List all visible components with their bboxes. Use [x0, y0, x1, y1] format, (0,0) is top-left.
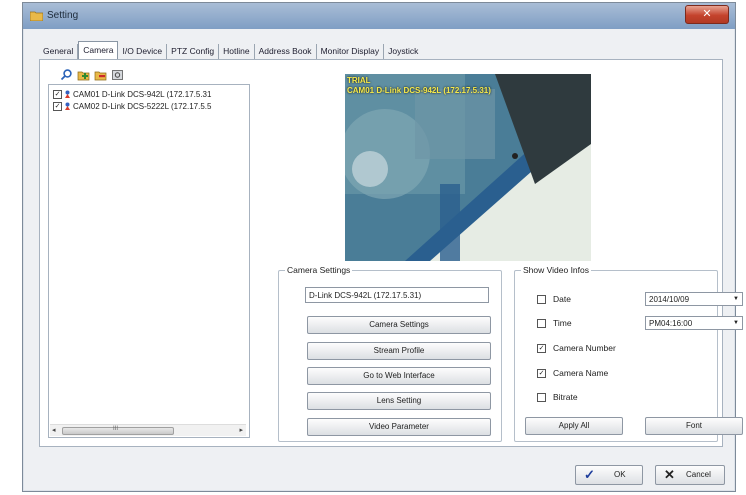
font-button[interactable]: Font — [645, 417, 743, 435]
bitrate-option[interactable]: Bitrate — [537, 392, 578, 402]
bitrate-label: Bitrate — [553, 392, 578, 402]
video-parameter-button[interactable]: Video Parameter — [307, 418, 491, 436]
checkmark-icon: ✓ — [584, 467, 595, 482]
video-infos-title: Show Video Infos — [521, 265, 591, 275]
date-format-value: 2014/10/09 — [649, 295, 690, 304]
settings-icon[interactable] — [111, 69, 124, 81]
window-title: Setting — [47, 10, 79, 21]
time-option[interactable]: Time — [537, 318, 572, 328]
tab-bar: General Camera I/O Device PTZ Config Hot… — [39, 41, 422, 59]
web-interface-button[interactable]: Go to Web Interface — [307, 367, 491, 385]
chevron-down-icon: ▼ — [733, 320, 739, 326]
camera-settings-title: Camera Settings — [285, 265, 353, 275]
camera-name-label: Camera Name — [553, 368, 609, 378]
camera-feed-image — [345, 74, 591, 261]
scrollbar-thumb[interactable]: III — [62, 426, 174, 435]
time-format-select[interactable]: PM04:16:00 ▼ — [645, 316, 743, 330]
camera-settings-group: Camera Settings D-Link DCS-942L (172.17.… — [278, 265, 502, 442]
video-infos-group: Show Video Infos Date 2014/10/09 ▼ Time … — [514, 265, 743, 442]
delete-camera-icon[interactable] — [94, 69, 107, 81]
camera-settings-button[interactable]: Camera Settings — [307, 316, 491, 334]
camera-toolbar — [60, 69, 124, 81]
camera-name-checkbox[interactable]: ✓ — [537, 368, 546, 378]
chevron-down-icon: ▼ — [733, 296, 739, 302]
camera-name-field[interactable]: D-Link DCS-942L (172.17.5.31) — [305, 287, 489, 303]
camera-list-item[interactable]: ✓ CAM02 D-Link DCS-5222L (172.17.5.5 — [53, 101, 245, 112]
tab-io-device[interactable]: I/O Device — [118, 44, 168, 59]
camera-list-item[interactable]: ✓ CAM01 D-Link DCS-942L (172.17.5.31 — [53, 89, 245, 100]
overlay-trial-text: TRIAL — [347, 76, 371, 85]
date-label: Date — [553, 294, 571, 304]
title-bar[interactable]: Setting ✕ — [23, 3, 735, 29]
close-icon: ✕ — [664, 467, 675, 482]
time-checkbox[interactable] — [537, 318, 546, 328]
camera-icon — [65, 102, 70, 110]
camera-tree[interactable]: ✓ CAM01 D-Link DCS-942L (172.17.5.31 ✓ C… — [48, 84, 250, 438]
ok-label: OK — [614, 470, 626, 479]
time-format-value: PM04:16:00 — [649, 319, 693, 328]
scroll-right-arrow-icon[interactable]: ▸ — [239, 426, 243, 434]
lens-setting-button[interactable]: Lens Setting — [307, 392, 491, 410]
close-button[interactable]: ✕ — [685, 5, 729, 24]
apply-all-button[interactable]: Apply All — [525, 417, 623, 435]
tab-joystick[interactable]: Joystick — [384, 44, 422, 59]
tab-monitor-display[interactable]: Monitor Display — [317, 44, 385, 59]
camera-icon — [65, 90, 70, 98]
date-checkbox[interactable] — [537, 294, 546, 304]
add-camera-icon[interactable] — [77, 69, 90, 81]
ok-button[interactable]: ✓ OK — [575, 465, 643, 485]
folder-icon — [30, 11, 43, 21]
scrollbar-grip: III — [113, 426, 119, 432]
camera-number-option[interactable]: ✓ Camera Number — [537, 343, 616, 353]
camera-label: CAM02 D-Link DCS-5222L (172.17.5.5 — [73, 102, 212, 111]
tab-ptz-config[interactable]: PTZ Config — [167, 44, 220, 59]
stream-profile-button[interactable]: Stream Profile — [307, 342, 491, 360]
time-label: Time — [553, 318, 572, 328]
camera-checkbox[interactable]: ✓ — [53, 102, 62, 111]
camera-checkbox[interactable]: ✓ — [53, 90, 62, 99]
overlay-camera-name: CAM01 D-Link DCS-942L (172.17.5.31) — [347, 86, 491, 95]
tab-camera[interactable]: Camera — [78, 41, 119, 59]
video-preview[interactable]: TRIAL CAM01 D-Link DCS-942L (172.17.5.31… — [345, 74, 591, 261]
video-overlay: TRIAL CAM01 D-Link DCS-942L (172.17.5.31… — [347, 76, 491, 96]
tab-general[interactable]: General — [39, 44, 79, 59]
scroll-left-arrow-icon[interactable]: ◂ — [52, 426, 56, 434]
tab-address-book[interactable]: Address Book — [255, 44, 317, 59]
settings-window: Setting ✕ General Camera I/O Device PTZ … — [22, 2, 743, 492]
horizontal-scrollbar[interactable]: ◂ III ▸ — [50, 424, 246, 436]
camera-number-checkbox[interactable]: ✓ — [537, 343, 546, 353]
date-format-select[interactable]: 2014/10/09 ▼ — [645, 292, 743, 306]
camera-label: CAM01 D-Link DCS-942L (172.17.5.31 — [73, 90, 212, 99]
camera-number-label: Camera Number — [553, 343, 616, 353]
cancel-button[interactable]: ✕ Cancel — [655, 465, 725, 485]
search-icon[interactable] — [60, 69, 73, 81]
camera-name-option[interactable]: ✓ Camera Name — [537, 368, 608, 378]
cancel-label: Cancel — [686, 470, 711, 479]
date-option[interactable]: Date — [537, 294, 571, 304]
bitrate-checkbox[interactable] — [537, 392, 546, 402]
tab-hotline[interactable]: Hotline — [219, 44, 255, 59]
